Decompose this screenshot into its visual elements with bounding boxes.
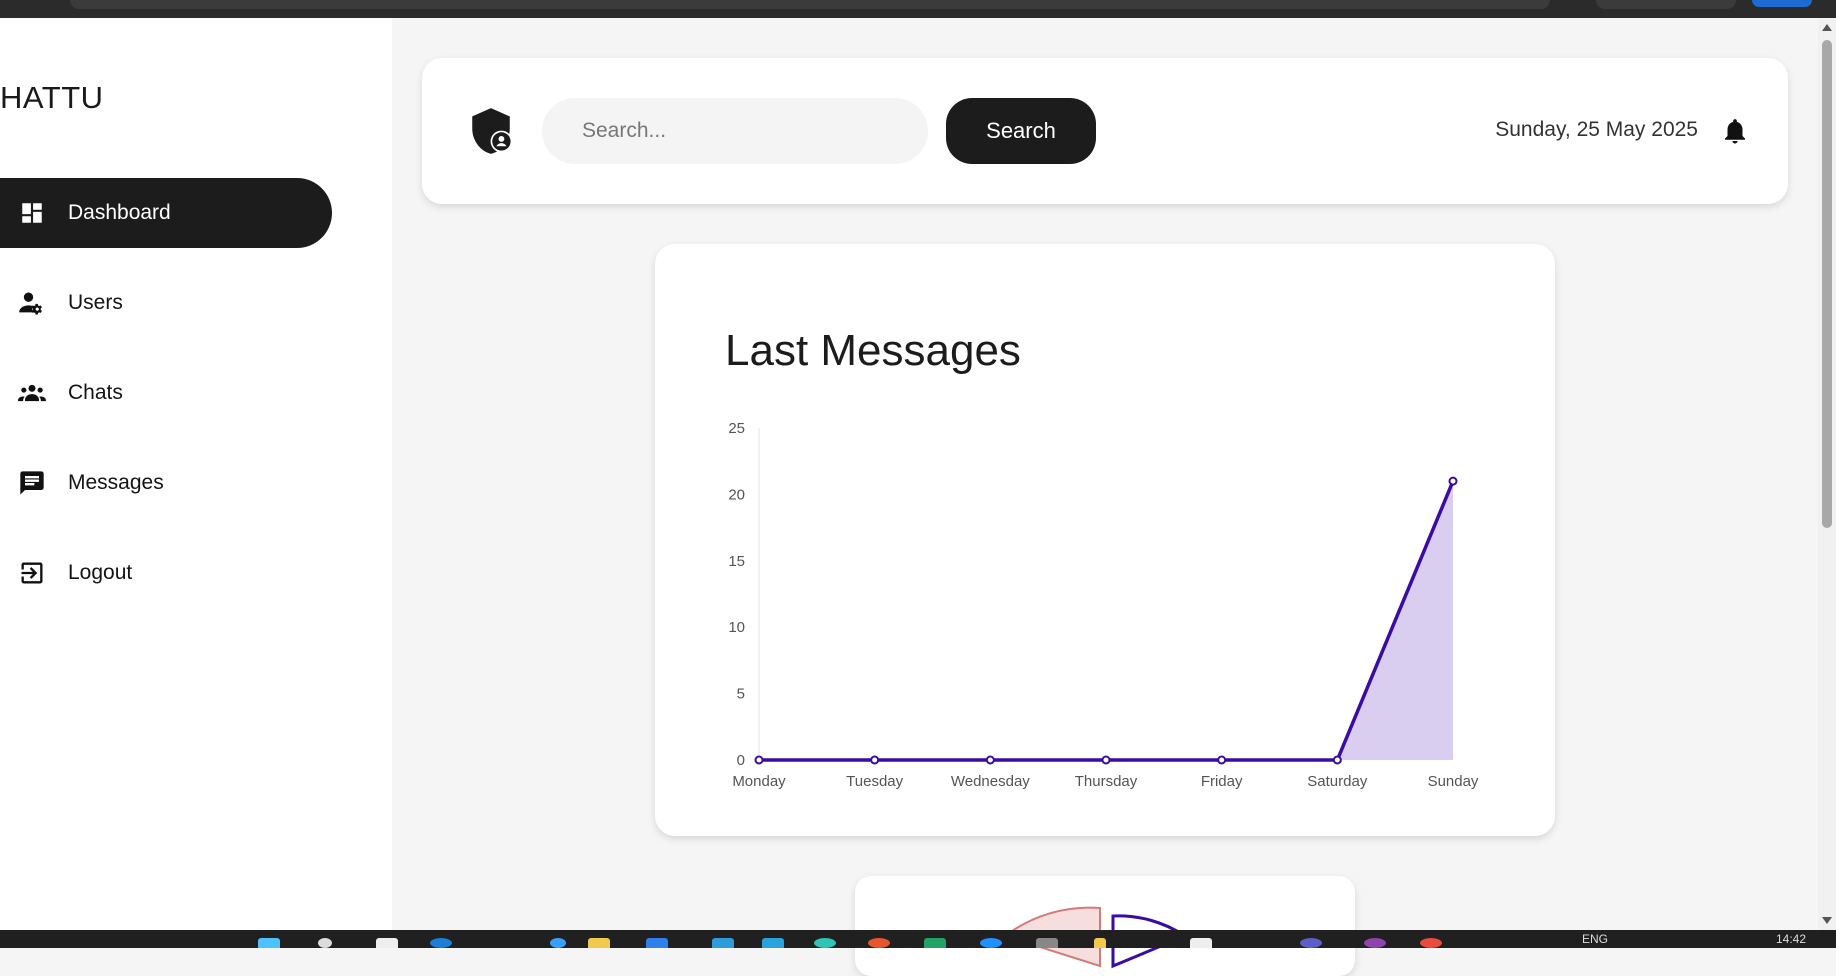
data-point <box>1332 755 1342 765</box>
message-icon <box>18 469 46 497</box>
dashboard-icon <box>18 199 46 227</box>
app-icon[interactable] <box>814 938 836 948</box>
calendar-icon[interactable] <box>1190 938 1212 948</box>
browser-profile-button[interactable] <box>1752 0 1812 7</box>
x-tick-label: Tuesday <box>846 773 903 790</box>
os-taskbar: ENG 14:42 <box>0 930 1836 948</box>
user-gear-icon <box>18 289 46 317</box>
sidebar-item-label: Messages <box>68 471 164 494</box>
sidebar: HATTU Dashboard Users Chats Messages Log… <box>0 18 392 930</box>
data-point <box>870 755 880 765</box>
app-icon[interactable] <box>1420 938 1442 948</box>
edge-icon[interactable] <box>430 938 452 948</box>
sidebar-item-label: Users <box>68 291 123 314</box>
x-tick-label: Thursday <box>1075 773 1138 790</box>
series-line <box>759 480 1455 762</box>
search-taskbar-icon[interactable] <box>318 938 332 948</box>
y-tick-label: 20 <box>728 486 745 503</box>
data-point <box>754 755 764 765</box>
y-tick-label: 0 <box>737 752 745 769</box>
pie-chart-preview <box>1002 906 1189 969</box>
mail-icon[interactable] <box>646 938 668 948</box>
y-tick-label: 10 <box>728 619 745 636</box>
sidebar-item-label: Chats <box>68 381 123 404</box>
logout-icon <box>18 559 46 587</box>
app-icon[interactable] <box>1036 938 1058 948</box>
browser-toolbar-pill[interactable] <box>1596 0 1736 9</box>
excel-icon[interactable] <box>924 938 946 948</box>
vscode-icon[interactable] <box>712 938 734 948</box>
last-messages-chart: 0 5 10 15 20 25 Monday Tuesday Wednesday Thursday… <box>728 420 1479 790</box>
shield-user-icon <box>466 106 516 156</box>
bell-icon[interactable] <box>1720 116 1750 146</box>
sidebar-item-label: Logout <box>68 561 133 584</box>
folder-icon[interactable] <box>588 938 610 948</box>
current-date: Sunday, 25 May 2025 <box>1495 118 1698 141</box>
sidebar-item-logout[interactable]: Logout <box>0 538 332 608</box>
language-indicator[interactable]: ENG <box>1582 932 1608 946</box>
sidebar-item-users[interactable]: Users <box>0 268 332 338</box>
data-point <box>985 755 995 765</box>
app-icon[interactable] <box>1094 938 1106 948</box>
page-scrollbar[interactable] <box>1818 18 1836 930</box>
top-bar: Search Sunday, 25 May 2025 <box>422 58 1788 204</box>
x-tick-label: Saturday <box>1307 773 1368 790</box>
x-tick-label: Wednesday <box>951 773 1030 790</box>
clock[interactable]: 14:42 <box>1776 932 1806 946</box>
data-point <box>1448 476 1458 486</box>
sidebar-item-chats[interactable]: Chats <box>0 358 332 428</box>
start-icon[interactable] <box>258 938 280 948</box>
chrome-icon[interactable] <box>868 938 890 948</box>
group-icon <box>18 379 46 407</box>
task-view-icon[interactable] <box>376 938 398 948</box>
last-messages-chart-card: Last Messages 0 5 10 15 20 25 Monday Tuesday Wed… <box>655 244 1555 836</box>
sidebar-item-dashboard[interactable]: Dashboard <box>0 178 332 248</box>
app-icon[interactable] <box>1364 938 1386 948</box>
data-point <box>1101 755 1111 765</box>
app-icon[interactable] <box>762 938 784 948</box>
browser-chrome <box>0 0 1836 18</box>
x-tick-label: Monday <box>732 773 786 790</box>
y-tick-label: 25 <box>728 420 745 437</box>
series-area <box>759 481 1453 760</box>
app-icon[interactable] <box>550 938 566 948</box>
brand-name: HATTU <box>0 80 104 115</box>
scroll-up-arrow[interactable] <box>1822 24 1832 31</box>
scroll-down-arrow[interactable] <box>1822 917 1832 924</box>
address-bar[interactable] <box>70 0 1550 9</box>
search-button[interactable]: Search <box>946 98 1096 164</box>
x-tick-label: Friday <box>1201 773 1243 790</box>
search-input[interactable] <box>542 98 928 164</box>
scroll-thumb[interactable] <box>1822 40 1832 528</box>
sidebar-item-messages[interactable]: Messages <box>0 448 332 518</box>
data-point <box>1217 755 1227 765</box>
sidebar-item-label: Dashboard <box>68 201 171 224</box>
teams-icon[interactable] <box>1300 938 1322 948</box>
y-tick-label: 15 <box>728 553 745 570</box>
secondary-chart-card <box>855 876 1355 976</box>
app-icon[interactable] <box>980 938 1002 948</box>
y-tick-label: 5 <box>737 686 745 703</box>
x-tick-label: Sunday <box>1428 773 1479 790</box>
